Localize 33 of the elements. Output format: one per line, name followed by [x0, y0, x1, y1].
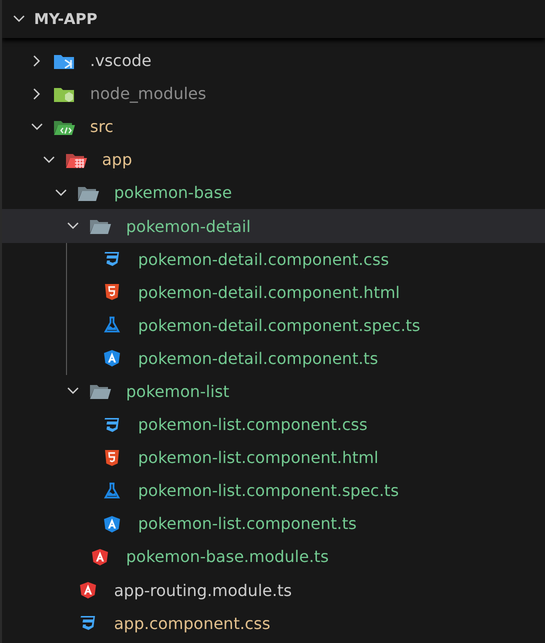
angular-icon: [103, 514, 121, 533]
angular-icon: [103, 349, 121, 368]
tree-item[interactable]: node_modules: [2, 77, 545, 110]
explorer-title: MY-APP: [34, 10, 98, 28]
angular-icon: [91, 548, 109, 566]
tree-item[interactable]: pokemon-detail.component.spec.ts: [2, 308, 545, 342]
html-icon: [103, 448, 121, 467]
tree-item[interactable]: pokemon-list: [2, 374, 545, 408]
flask-icon: [103, 482, 121, 500]
tree-item[interactable]: app: [2, 143, 545, 176]
tree-item[interactable]: pokemon-list.component.css: [2, 408, 545, 442]
tree-item[interactable]: pokemon-detail.component.html: [2, 276, 545, 309]
tree-item[interactable]: pokemon-list.component.html: [2, 441, 545, 474]
tree-item[interactable]: pokemon-detail.component.ts: [2, 342, 545, 375]
tree-item[interactable]: pokemon-base: [2, 176, 545, 210]
tree-item[interactable]: pokemon-list.component.spec.ts: [2, 474, 545, 508]
tree-item[interactable]: pokemon-list.component.ts: [2, 507, 545, 540]
folder-icon: [89, 217, 111, 236]
tree-item[interactable]: src: [2, 110, 545, 144]
css-icon: [103, 416, 121, 434]
css-icon: [79, 614, 97, 632]
angular-icon: [79, 581, 97, 600]
tree-item[interactable]: pokemon-detail: [2, 209, 545, 243]
tree-item[interactable]: pokemon-base.module.ts: [2, 540, 545, 574]
flask-icon: [103, 316, 121, 334]
css-icon: [103, 250, 121, 268]
tree-item[interactable]: app-routing.module.ts: [2, 574, 545, 607]
tree-item[interactable]: pokemon-detail.component.css: [2, 242, 545, 276]
folder-icon: [89, 382, 111, 400]
tree-item[interactable]: app.component.css: [2, 606, 545, 640]
html-icon: [103, 283, 121, 302]
tree-item[interactable]: .vscode: [2, 44, 545, 78]
explorer-header[interactable]: MY-APP: [2, 0, 545, 38]
